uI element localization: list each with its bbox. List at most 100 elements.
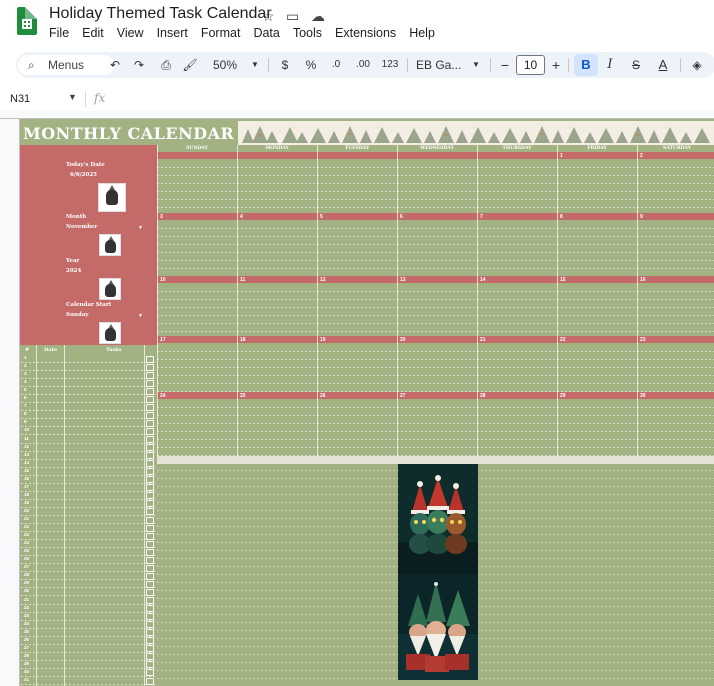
task-checkbox[interactable]	[146, 387, 154, 395]
task-line[interactable]	[157, 244, 714, 245]
chevron-down-icon[interactable]: ▼	[138, 313, 143, 319]
task-checkbox[interactable]	[146, 419, 154, 427]
task-checkbox[interactable]	[146, 637, 154, 645]
task-row[interactable]	[21, 418, 157, 420]
task-row[interactable]	[21, 394, 157, 396]
task-checkbox[interactable]	[146, 468, 154, 476]
chevron-down-icon[interactable]: ▼	[471, 52, 481, 78]
day-number[interactable]: 6	[400, 214, 403, 220]
task-line[interactable]	[157, 447, 714, 448]
task-checkbox[interactable]	[146, 621, 154, 629]
task-checkbox[interactable]	[146, 411, 154, 419]
day-number[interactable]: 16	[640, 277, 646, 283]
task-row[interactable]	[21, 587, 157, 589]
task-row[interactable]	[21, 434, 157, 436]
print-icon[interactable]: ⎙	[158, 52, 174, 78]
task-checkbox[interactable]	[146, 645, 154, 653]
task-line[interactable]	[157, 167, 714, 168]
day-number[interactable]: 21	[480, 337, 486, 343]
star-icon[interactable]: ☆	[262, 8, 275, 25]
task-row[interactable]	[21, 514, 157, 516]
menu-view[interactable]: View	[117, 26, 144, 40]
task-row[interactable]	[21, 659, 157, 661]
cloud-icon[interactable]: ☁	[311, 8, 325, 25]
task-row[interactable]	[21, 595, 157, 597]
task-checkbox[interactable]	[146, 572, 154, 580]
task-checkbox[interactable]	[146, 427, 154, 435]
task-row[interactable]	[21, 579, 157, 581]
task-checkbox[interactable]	[146, 661, 154, 669]
task-line[interactable]	[157, 236, 714, 237]
task-row[interactable]	[21, 603, 157, 605]
task-row[interactable]	[21, 426, 157, 428]
day-number[interactable]: 23	[640, 337, 646, 343]
task-checkbox[interactable]	[146, 540, 154, 548]
task-line[interactable]	[157, 415, 714, 416]
menu-file[interactable]: File	[49, 26, 69, 40]
task-row[interactable]	[21, 466, 157, 468]
day-number[interactable]: 15	[560, 277, 566, 283]
increase-decimal-button[interactable]: .00	[354, 52, 372, 78]
day-number[interactable]: 14	[480, 277, 486, 283]
task-row[interactable]	[21, 490, 157, 492]
task-row[interactable]	[21, 651, 157, 653]
day-number[interactable]: 27	[400, 393, 406, 399]
task-line[interactable]	[157, 228, 714, 229]
menus-search-input[interactable]: ⌕ Menus	[18, 55, 114, 75]
task-line[interactable]	[157, 260, 714, 261]
day-number[interactable]: 10	[160, 277, 166, 283]
paint-format-icon[interactable]: 🖌	[182, 52, 198, 78]
task-row[interactable]	[21, 378, 157, 380]
task-line[interactable]	[157, 175, 714, 176]
task-checkbox[interactable]	[146, 395, 154, 403]
menu-data[interactable]: Data	[253, 26, 279, 40]
task-checkbox[interactable]	[146, 532, 154, 540]
todays-date-value[interactable]: 6/6/2025	[70, 172, 97, 178]
bold-button[interactable]: B	[574, 54, 598, 76]
task-checkbox[interactable]	[146, 403, 154, 411]
day-number[interactable]: 7	[480, 214, 483, 220]
task-checkbox[interactable]	[146, 355, 154, 363]
calendar-start-select[interactable]: Sunday	[66, 312, 89, 318]
task-line[interactable]	[157, 291, 714, 292]
task-line[interactable]	[157, 315, 714, 316]
day-number[interactable]: 24	[160, 393, 166, 399]
task-row[interactable]	[21, 635, 157, 637]
percent-button[interactable]: %	[304, 52, 318, 78]
task-row[interactable]	[21, 539, 157, 541]
task-checkbox[interactable]	[146, 597, 154, 604]
task-checkbox[interactable]	[146, 436, 154, 443]
task-row[interactable]	[21, 482, 157, 484]
task-checkbox[interactable]	[146, 500, 154, 508]
document-title[interactable]: Holiday Themed Task Calendar	[49, 5, 272, 23]
task-row[interactable]	[21, 362, 157, 363]
task-row[interactable]	[21, 571, 157, 573]
task-row[interactable]	[21, 450, 157, 452]
task-checkbox[interactable]	[146, 556, 154, 564]
currency-button[interactable]: $	[278, 52, 292, 78]
task-row[interactable]	[21, 667, 157, 669]
task-row[interactable]	[21, 627, 157, 629]
task-row[interactable]	[21, 563, 157, 565]
task-checkbox[interactable]	[146, 371, 154, 379]
menu-tools[interactable]: Tools	[293, 26, 322, 40]
task-line[interactable]	[157, 207, 714, 208]
task-line[interactable]	[157, 359, 714, 360]
task-checkbox[interactable]	[146, 363, 154, 371]
decrease-font-size-button[interactable]: −	[499, 52, 511, 78]
task-row[interactable]	[21, 474, 157, 476]
column-headers[interactable]	[0, 111, 714, 119]
redo-icon[interactable]: ↷	[132, 52, 146, 78]
font-size-input[interactable]: 10	[516, 55, 545, 75]
task-checkbox[interactable]	[146, 516, 154, 524]
task-checkbox[interactable]	[146, 629, 154, 637]
task-row[interactable]	[21, 458, 157, 460]
task-checkbox[interactable]	[146, 580, 154, 588]
more-formats-button[interactable]: 123	[380, 52, 400, 78]
day-number[interactable]: 28	[480, 393, 486, 399]
day-number[interactable]: 20	[400, 337, 406, 343]
task-checkbox[interactable]	[146, 484, 154, 492]
zoom-select[interactable]: 50%	[210, 52, 240, 78]
task-line[interactable]	[157, 183, 714, 184]
task-row[interactable]	[21, 442, 157, 444]
